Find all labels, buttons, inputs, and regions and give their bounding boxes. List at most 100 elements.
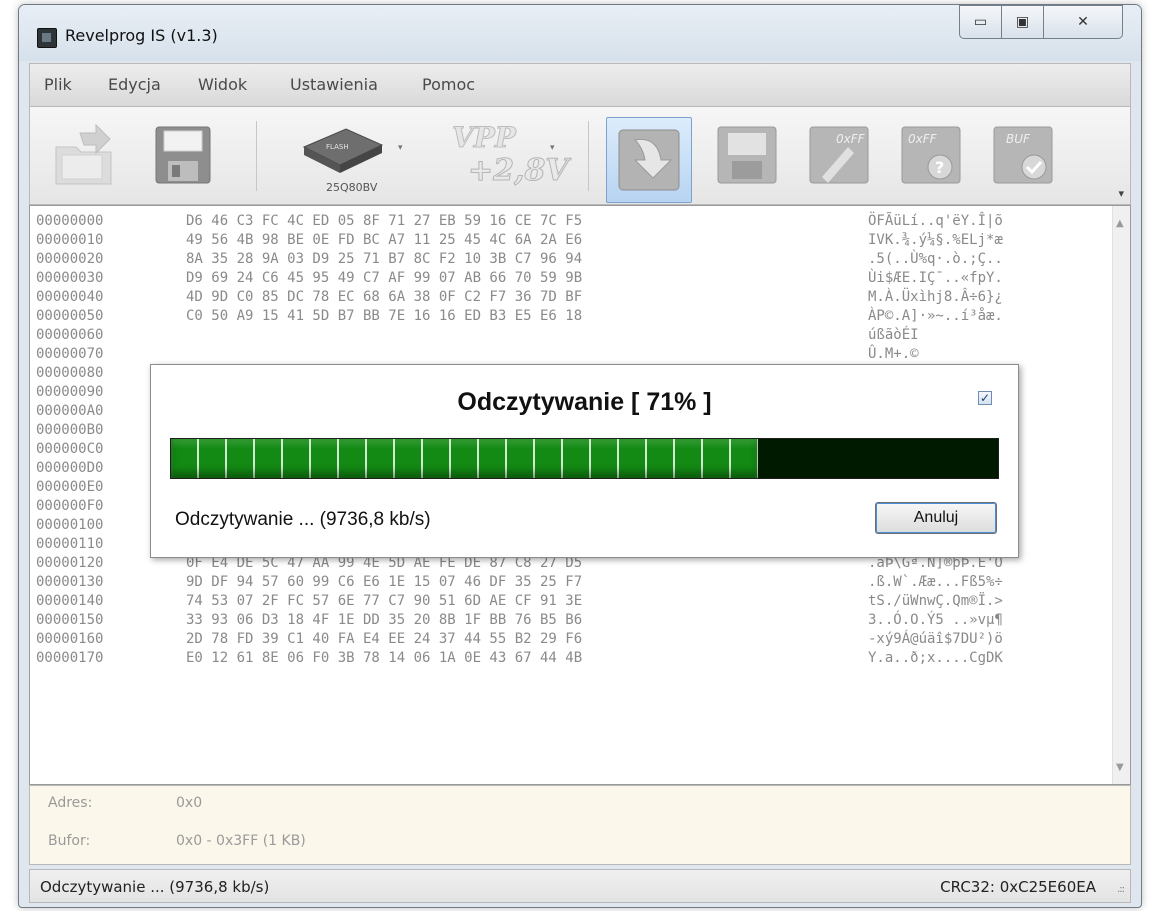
flash-chip-icon: FLASH (302, 128, 384, 173)
hex-address: 00000150 (36, 612, 104, 628)
buffer-label: Bufor: (48, 833, 91, 849)
progress-bar (170, 438, 999, 479)
hex-bytes: 4D 9D C0 85 DC 78 EC 68 6A 38 0F C2 F7 3… (186, 289, 583, 305)
status-bar: Odczytywanie ... (9736,8 kb/s) CRC32: 0x… (29, 869, 1131, 903)
cancel-button[interactable]: Anuluj (875, 502, 997, 534)
hex-bytes: C0 50 A9 15 41 5D B7 BB 7E 16 16 ED B3 E… (186, 308, 583, 324)
scroll-up-icon[interactable]: ▲ (1116, 218, 1124, 229)
vpp-label: VPP (452, 121, 517, 155)
hex-address: 000000C0 (36, 441, 104, 457)
chevron-down-icon: ▾ (550, 143, 555, 153)
hex-address: 00000000 (36, 213, 104, 229)
hex-ascii: Û.M+.© (868, 346, 919, 362)
menu-widok[interactable]: Widok (198, 75, 247, 94)
status-text: Odczytywanie ... (9736,8 kb/s) (40, 878, 270, 896)
hex-ascii: .5(..Ù%q·.ò.;Ç.. (868, 251, 1003, 267)
hex-address: 00000010 (36, 232, 104, 248)
toolbar-separator (256, 121, 257, 191)
hex-bytes: 8A 35 28 9A 03 D9 25 71 B7 8C F2 10 3B C… (186, 251, 583, 267)
hex-address: 000000B0 (36, 422, 104, 438)
hex-address: 000000A0 (36, 403, 104, 419)
blank-check-button[interactable]: 0xFF ? (894, 117, 968, 191)
hex-address: 00000110 (36, 536, 104, 552)
hex-ascii: ÖFÃüLí..q'ëY.Î|õ (868, 213, 1003, 229)
toolbar-overflow-icon[interactable]: ▾ (1118, 187, 1124, 200)
chip-select-button[interactable]: FLASH ▾ 25Q80BV (292, 117, 404, 194)
open-folder-icon (55, 123, 112, 185)
hex-ascii: tS./üWnwÇ.Qm®Ï.> (868, 593, 1003, 609)
dialog-title: Odczytywanie [ 71% ] (457, 388, 712, 416)
menu-edycja[interactable]: Edycja (108, 75, 161, 94)
hex-address: 00000070 (36, 346, 104, 362)
window-title: Revelprog IS (v1.3) (65, 26, 218, 45)
buffer-label: BUF (1006, 132, 1031, 146)
floppy-icon (155, 126, 211, 184)
erase-broom-icon: 0xFF (809, 126, 869, 184)
scroll-down-icon[interactable]: ▼ (1116, 762, 1124, 773)
write-chip-button[interactable] (710, 117, 784, 191)
resize-grip-icon[interactable]: .:: (1117, 884, 1125, 895)
dialog-status-text: Odczytywanie ... (9736,8 kb/s) (175, 509, 431, 530)
hex-address: 00000030 (36, 270, 104, 286)
hex-ascii: Ùi$ÆE.IÇ¯..«fpY. (868, 270, 1003, 286)
menu-plik[interactable]: Plik (44, 75, 72, 94)
hex-address: 00000100 (36, 517, 104, 533)
vpp-button[interactable]: VPP +2,8V ▾ (442, 117, 570, 191)
chip-label: FLASH (326, 143, 349, 151)
hex-bytes: 33 93 06 D3 18 4F 1E DD 35 20 8B 1F BB 7… (186, 612, 583, 628)
open-file-button[interactable] (50, 117, 124, 191)
hex-address: 000000F0 (36, 498, 104, 514)
hex-bytes: 49 56 4B 98 BE 0E FD BC A7 11 25 45 4C 6… (186, 232, 583, 248)
hex-address: 00000020 (36, 251, 104, 267)
question-mark-glyph: ? (935, 158, 944, 177)
blank-check-icon: 0xFF ? (901, 126, 961, 184)
hex-address: 00000160 (36, 631, 104, 647)
close-button[interactable]: ✕ (1043, 5, 1123, 39)
menu-bar: Plik Edycja Widok Ustawienia Pomoc (29, 63, 1131, 107)
hex-address: 00000170 (36, 650, 104, 666)
read-arrow-icon (618, 129, 680, 191)
title-bar[interactable]: Revelprog IS (v1.3) ▭ ▣ ✕ (19, 5, 1141, 61)
hex-bytes: D9 69 24 C6 45 95 49 C7 AF 99 07 AB 66 7… (186, 270, 583, 286)
erase-chip-button[interactable]: 0xFF (802, 117, 876, 191)
hex-address: 00000140 (36, 593, 104, 609)
hex-ascii: -xý9Á@úäî$7DU²)ö (868, 631, 1003, 647)
buffer-button[interactable]: BUF (986, 117, 1060, 191)
hex-ascii: 3..Ó.O.Ý5 ..»vµ¶ (868, 612, 1003, 628)
hex-bytes: 9D DF 94 57 60 99 C6 E6 1E 15 07 46 DF 3… (186, 574, 583, 590)
read-chip-button[interactable] (606, 117, 692, 203)
toolbar: FLASH ▾ 25Q80BV VPP +2,8V ▾ 0xFF 0xFF ? … (29, 107, 1131, 205)
hex-address: 00000120 (36, 555, 104, 571)
hex-bytes: 74 53 07 2F FC 57 6E 77 C7 90 51 6D AE C… (186, 593, 583, 609)
buffer-check-icon: BUF (993, 126, 1053, 184)
save-file-button[interactable] (146, 117, 220, 191)
write-floppy-icon (717, 126, 777, 184)
blank-check-label: 0xFF (908, 132, 938, 146)
auto-close-checkbox[interactable]: ✓ (978, 391, 992, 405)
maximize-button[interactable]: ▣ (1001, 5, 1044, 39)
hex-address: 00000040 (36, 289, 104, 305)
minimize-button[interactable]: ▭ (959, 5, 1002, 39)
hex-address: 00000050 (36, 308, 104, 324)
hex-address: 00000130 (36, 574, 104, 590)
reading-progress-dialog: Odczytywanie [ 71% ] ✓ Odczytywanie ... … (150, 364, 1019, 558)
toolbar-separator (588, 121, 589, 191)
buffer-range-value: 0x0 - 0x3FF (1 KB) (176, 833, 306, 849)
menu-pomoc[interactable]: Pomoc (422, 75, 475, 94)
hex-bytes: D6 46 C3 FC 4C ED 05 8F 71 27 EB 59 16 C… (186, 213, 583, 229)
hex-ascii: IVK.¾.ý¼§.%ELj*æ (868, 232, 1003, 248)
hex-ascii: ÀP©.A]·»~..í³åæ. (868, 308, 1003, 324)
crc32-text: CRC32: 0xC25E60EA (940, 878, 1096, 896)
menu-ustawienia[interactable]: Ustawienia (290, 75, 378, 94)
address-value: 0x0 (176, 795, 203, 811)
hex-address: 00000060 (36, 327, 104, 343)
hex-ascii: úßãòÉI (868, 327, 919, 343)
hex-bytes: 2D 78 FD 39 C1 40 FA E4 EE 24 37 44 55 B… (186, 631, 583, 647)
hex-ascii: .ß.W`.Ææ...Fß5%÷ (868, 574, 1003, 590)
vertical-scrollbar[interactable]: ▲ ▼ (1112, 206, 1130, 784)
hex-address: 00000080 (36, 365, 104, 381)
chevron-down-icon: ▾ (398, 143, 403, 153)
progress-bar-fill (171, 439, 758, 478)
info-panel: Adres: 0x0 Bufor: 0x0 - 0x3FF (1 KB) (29, 785, 1131, 865)
hex-address: 000000D0 (36, 460, 104, 476)
